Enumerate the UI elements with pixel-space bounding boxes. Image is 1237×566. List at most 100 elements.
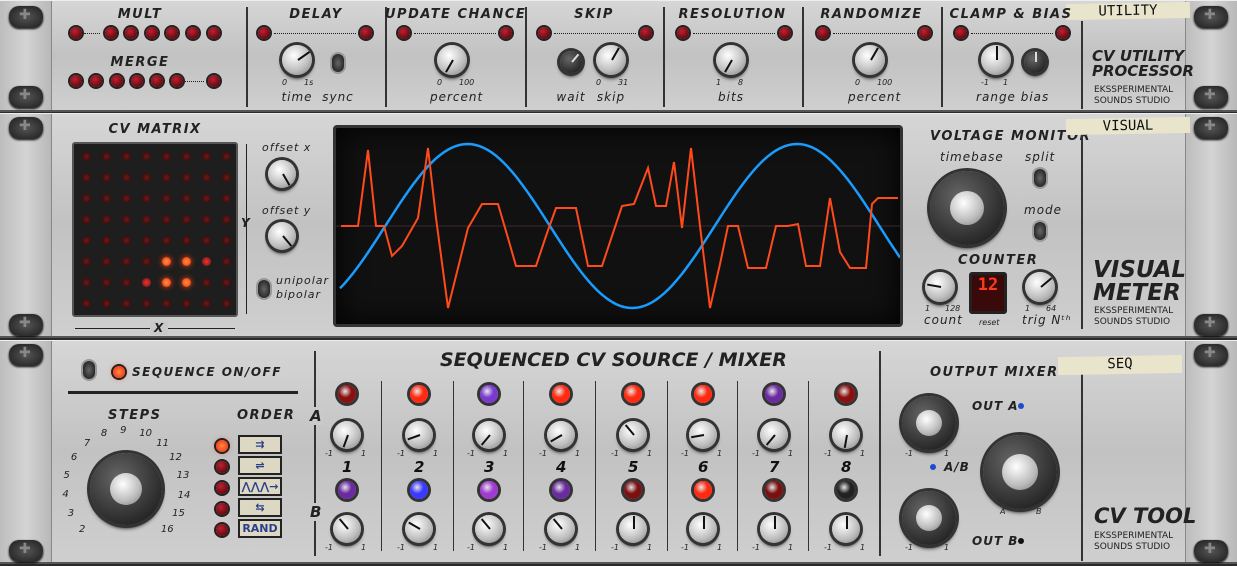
matrix-cell[interactable] xyxy=(162,299,171,308)
order-icon-zigzag[interactable]: ⇌ xyxy=(238,456,282,475)
merge-jack-led[interactable] xyxy=(171,75,183,87)
step-b-knob[interactable] xyxy=(475,515,503,543)
clamp-output-jack[interactable] xyxy=(1057,27,1069,39)
step-b-button[interactable] xyxy=(837,481,855,499)
step-b-button[interactable] xyxy=(410,481,428,499)
step-a-button[interactable] xyxy=(694,385,712,403)
matrix-cell[interactable] xyxy=(122,236,131,245)
step-b-knob[interactable] xyxy=(333,515,361,543)
step-b-button[interactable] xyxy=(552,481,570,499)
matrix-cell[interactable] xyxy=(162,194,171,203)
mult-jack-led[interactable] xyxy=(70,27,82,39)
clamp-input-jack[interactable] xyxy=(955,27,967,39)
mult-jack-led[interactable] xyxy=(125,27,137,39)
matrix-cell[interactable] xyxy=(82,299,91,308)
update-input-jack[interactable] xyxy=(398,27,410,39)
count-knob[interactable] xyxy=(925,272,955,302)
matrix-cell[interactable] xyxy=(102,299,111,308)
randomize-output-jack[interactable] xyxy=(919,27,931,39)
matrix-cell[interactable] xyxy=(142,257,151,266)
timebase-knob[interactable] xyxy=(930,171,1004,245)
randomize-knob[interactable] xyxy=(855,45,885,75)
matrix-cell[interactable] xyxy=(102,152,111,161)
matrix-cell[interactable] xyxy=(142,173,151,182)
matrix-cell[interactable] xyxy=(102,173,111,182)
cv-matrix-grid[interactable] xyxy=(72,142,238,317)
step-b-knob[interactable] xyxy=(547,515,575,543)
step-b-button[interactable] xyxy=(338,481,356,499)
steps-knob[interactable]: 2 3 4 5 6 7 8 9 10 11 12 13 14 15 16 xyxy=(40,425,220,566)
matrix-cell[interactable] xyxy=(142,236,151,245)
matrix-cell[interactable] xyxy=(142,152,151,161)
step-b-knob[interactable] xyxy=(619,515,647,543)
step-b-button[interactable] xyxy=(480,481,498,499)
matrix-cell[interactable] xyxy=(122,299,131,308)
matrix-cell[interactable] xyxy=(182,215,191,224)
resolution-input-jack[interactable] xyxy=(677,27,689,39)
polarity-switch[interactable] xyxy=(258,280,270,298)
step-a-button[interactable] xyxy=(837,385,855,403)
matrix-cell[interactable] xyxy=(162,278,171,287)
resolution-output-jack[interactable] xyxy=(779,27,791,39)
step-b-button[interactable] xyxy=(694,481,712,499)
mult-jack-led[interactable] xyxy=(146,27,158,39)
step-a-knob[interactable] xyxy=(475,421,503,449)
matrix-cell[interactable] xyxy=(202,278,211,287)
step-a-button[interactable] xyxy=(624,385,642,403)
step-a-knob[interactable] xyxy=(405,421,433,449)
order-icon-pingpong[interactable]: ⇆ xyxy=(238,498,282,517)
merge-jack-led[interactable] xyxy=(111,75,123,87)
matrix-cell[interactable] xyxy=(122,257,131,266)
step-b-knob[interactable] xyxy=(832,515,860,543)
matrix-cell[interactable] xyxy=(202,257,211,266)
step-a-knob[interactable] xyxy=(547,421,575,449)
step-b-button[interactable] xyxy=(765,481,783,499)
mult-jack-led[interactable] xyxy=(166,27,178,39)
matrix-cell[interactable] xyxy=(162,257,171,266)
matrix-cell[interactable] xyxy=(102,236,111,245)
step-a-button[interactable] xyxy=(552,385,570,403)
matrix-cell[interactable] xyxy=(222,215,231,224)
matrix-cell[interactable] xyxy=(202,194,211,203)
mult-jack-led[interactable] xyxy=(187,27,199,39)
matrix-cell[interactable] xyxy=(202,173,211,182)
offset-x-knob[interactable] xyxy=(268,160,296,188)
counter-display[interactable]: 12 xyxy=(969,272,1007,314)
matrix-cell[interactable] xyxy=(222,257,231,266)
steps-knob-body[interactable] xyxy=(90,453,162,525)
step-b-knob[interactable] xyxy=(405,515,433,543)
matrix-cell[interactable] xyxy=(222,152,231,161)
step-a-knob[interactable] xyxy=(832,421,860,449)
skip-input-jack[interactable] xyxy=(538,27,550,39)
offset-y-knob[interactable] xyxy=(268,222,296,250)
order-icon-forward[interactable]: ⇉ xyxy=(238,435,282,454)
matrix-cell[interactable] xyxy=(102,194,111,203)
matrix-cell[interactable] xyxy=(162,152,171,161)
matrix-cell[interactable] xyxy=(162,173,171,182)
matrix-cell[interactable] xyxy=(142,215,151,224)
step-b-knob[interactable] xyxy=(689,515,717,543)
step-a-knob[interactable] xyxy=(619,421,647,449)
out-a-knob[interactable] xyxy=(902,396,956,450)
merge-jack-led[interactable] xyxy=(90,75,102,87)
trig-nth-knob[interactable] xyxy=(1025,272,1055,302)
delay-input-jack[interactable] xyxy=(258,27,270,39)
matrix-cell[interactable] xyxy=(182,278,191,287)
mult-jack-led[interactable] xyxy=(105,27,117,39)
matrix-cell[interactable] xyxy=(102,257,111,266)
step-b-knob[interactable] xyxy=(760,515,788,543)
matrix-cell[interactable] xyxy=(162,236,171,245)
matrix-cell[interactable] xyxy=(222,278,231,287)
matrix-cell[interactable] xyxy=(102,215,111,224)
matrix-cell[interactable] xyxy=(182,194,191,203)
matrix-cell[interactable] xyxy=(202,152,211,161)
matrix-cell[interactable] xyxy=(182,173,191,182)
skip-knob[interactable] xyxy=(596,45,626,75)
matrix-cell[interactable] xyxy=(142,278,151,287)
matrix-cell[interactable] xyxy=(122,278,131,287)
merge-jack-led[interactable] xyxy=(131,75,143,87)
step-a-button[interactable] xyxy=(765,385,783,403)
wait-knob[interactable] xyxy=(560,51,582,73)
step-b-button[interactable] xyxy=(624,481,642,499)
out-b-knob[interactable] xyxy=(902,491,956,545)
